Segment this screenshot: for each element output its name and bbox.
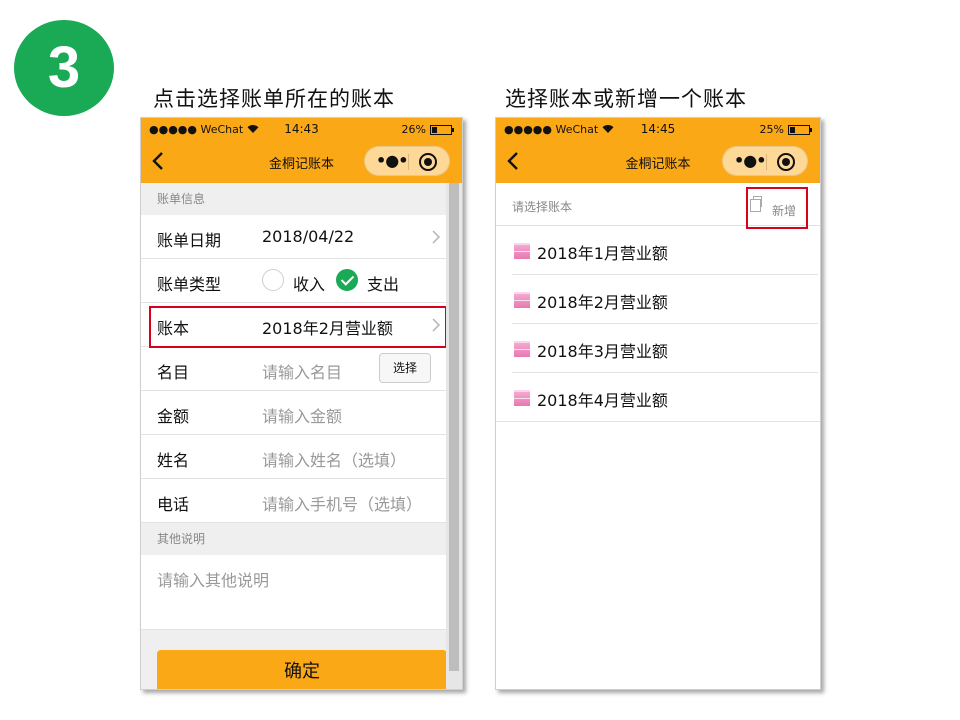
add-book-button[interactable]: 新增 [746, 187, 808, 229]
copy-icon [750, 196, 762, 212]
row-label: 姓名 [157, 451, 190, 470]
income-radio[interactable] [262, 269, 284, 291]
caption-left: 点击选择账单所在的账本 [153, 87, 395, 111]
book-list-header: 请选择账本 新增 [496, 183, 820, 229]
close-target-icon[interactable] [419, 153, 437, 171]
row-amount[interactable]: 金额 请输入金额 [141, 391, 447, 435]
section-other-notes: 其他说明 [141, 523, 447, 555]
expense-label: 支出 [367, 275, 400, 294]
book-list-item[interactable]: 2018年1月营业额 [512, 226, 818, 275]
notebook-icon [514, 243, 530, 259]
mini-program-capsule: •●• [364, 146, 450, 176]
book-list-item[interactable]: 2018年2月营业额 [512, 275, 818, 324]
book-label: 2018年1月营业额 [537, 244, 668, 263]
capsule-divider [408, 154, 409, 170]
phone-input[interactable]: 请输入手机号（选填） [262, 491, 422, 515]
book-list-item[interactable]: 2018年3月营业额 [512, 324, 818, 373]
book-list-hint: 请选择账本 [512, 200, 573, 214]
mini-program-capsule: •●• [722, 146, 808, 176]
book-label: 2018年3月营业额 [537, 342, 668, 361]
add-book-label: 新增 [772, 204, 797, 218]
notes-textarea[interactable]: 请输入其他说明 [141, 555, 447, 630]
battery-status: 25% [760, 123, 812, 136]
status-bar: ●●●●● WeChat 14:45 25% [496, 118, 820, 140]
status-bar: ●●●●● WeChat 14:43 26% [141, 118, 462, 140]
capsule-divider [766, 154, 767, 170]
book-label: 2018年2月营业额 [537, 293, 668, 312]
app-header: ●●●●● WeChat 14:45 25% 金桐记账本 •●• [496, 118, 820, 183]
row-name[interactable]: 姓名 请输入姓名（选填） [141, 435, 447, 479]
phone-screen-bill-form: ●●●●● WeChat 14:43 26% 金桐记账本 •●• 账单信息 账单… [140, 117, 463, 690]
scrollbar[interactable] [446, 183, 462, 689]
more-dots-icon[interactable]: •●• [734, 153, 766, 169]
row-bill-type: 账单类型 收入 支出 [141, 259, 447, 303]
expense-radio-checked[interactable] [336, 269, 358, 291]
row-label: 账单日期 [157, 231, 222, 250]
item-input[interactable]: 请输入名目 [262, 359, 342, 383]
row-label: 名目 [157, 363, 190, 382]
confirm-button[interactable]: 确定 [157, 650, 447, 689]
scrollbar-thumb[interactable] [449, 183, 459, 671]
notebook-icon [514, 341, 530, 357]
amount-input[interactable]: 请输入金额 [262, 403, 342, 427]
phone-screen-book-list: ●●●●● WeChat 14:45 25% 金桐记账本 •●• 请选择账本 新… [495, 117, 821, 690]
highlight-box-account-book [149, 306, 447, 348]
name-input[interactable]: 请输入姓名（选填） [262, 447, 406, 471]
close-target-icon[interactable] [777, 153, 795, 171]
battery-icon [788, 124, 812, 135]
chevron-right-icon [432, 230, 441, 244]
notebook-icon [514, 390, 530, 406]
more-dots-icon[interactable]: •●• [376, 153, 408, 169]
battery-icon [430, 124, 454, 135]
list-bottom-divider [496, 421, 820, 422]
book-label: 2018年4月营业额 [537, 391, 668, 410]
battery-status: 26% [402, 123, 454, 136]
row-bill-date[interactable]: 账单日期 2018/04/22 [141, 215, 447, 259]
notebook-icon [514, 292, 530, 308]
bill-date-value: 2018/04/22 [262, 227, 355, 246]
row-label: 金额 [157, 407, 190, 426]
caption-right: 选择账本或新增一个账本 [505, 87, 747, 111]
income-label: 收入 [293, 275, 326, 294]
row-item[interactable]: 名目 请输入名目 选择 [141, 347, 447, 391]
row-label: 账单类型 [157, 275, 222, 294]
book-list-item[interactable]: 2018年4月营业额 [512, 373, 818, 422]
section-bill-info: 账单信息 [141, 183, 447, 215]
row-phone[interactable]: 电话 请输入手机号（选填） [141, 479, 447, 523]
row-label: 电话 [157, 495, 190, 514]
choose-item-button[interactable]: 选择 [379, 353, 431, 383]
app-header: ●●●●● WeChat 14:43 26% 金桐记账本 •●• [141, 118, 462, 183]
step-badge: 3 [14, 20, 114, 116]
tutorial-slide: 3 点击选择账单所在的账本 选择账本或新增一个账本 ●●●●● WeChat 1… [0, 0, 960, 720]
confirm-area: 确定 [141, 630, 447, 689]
